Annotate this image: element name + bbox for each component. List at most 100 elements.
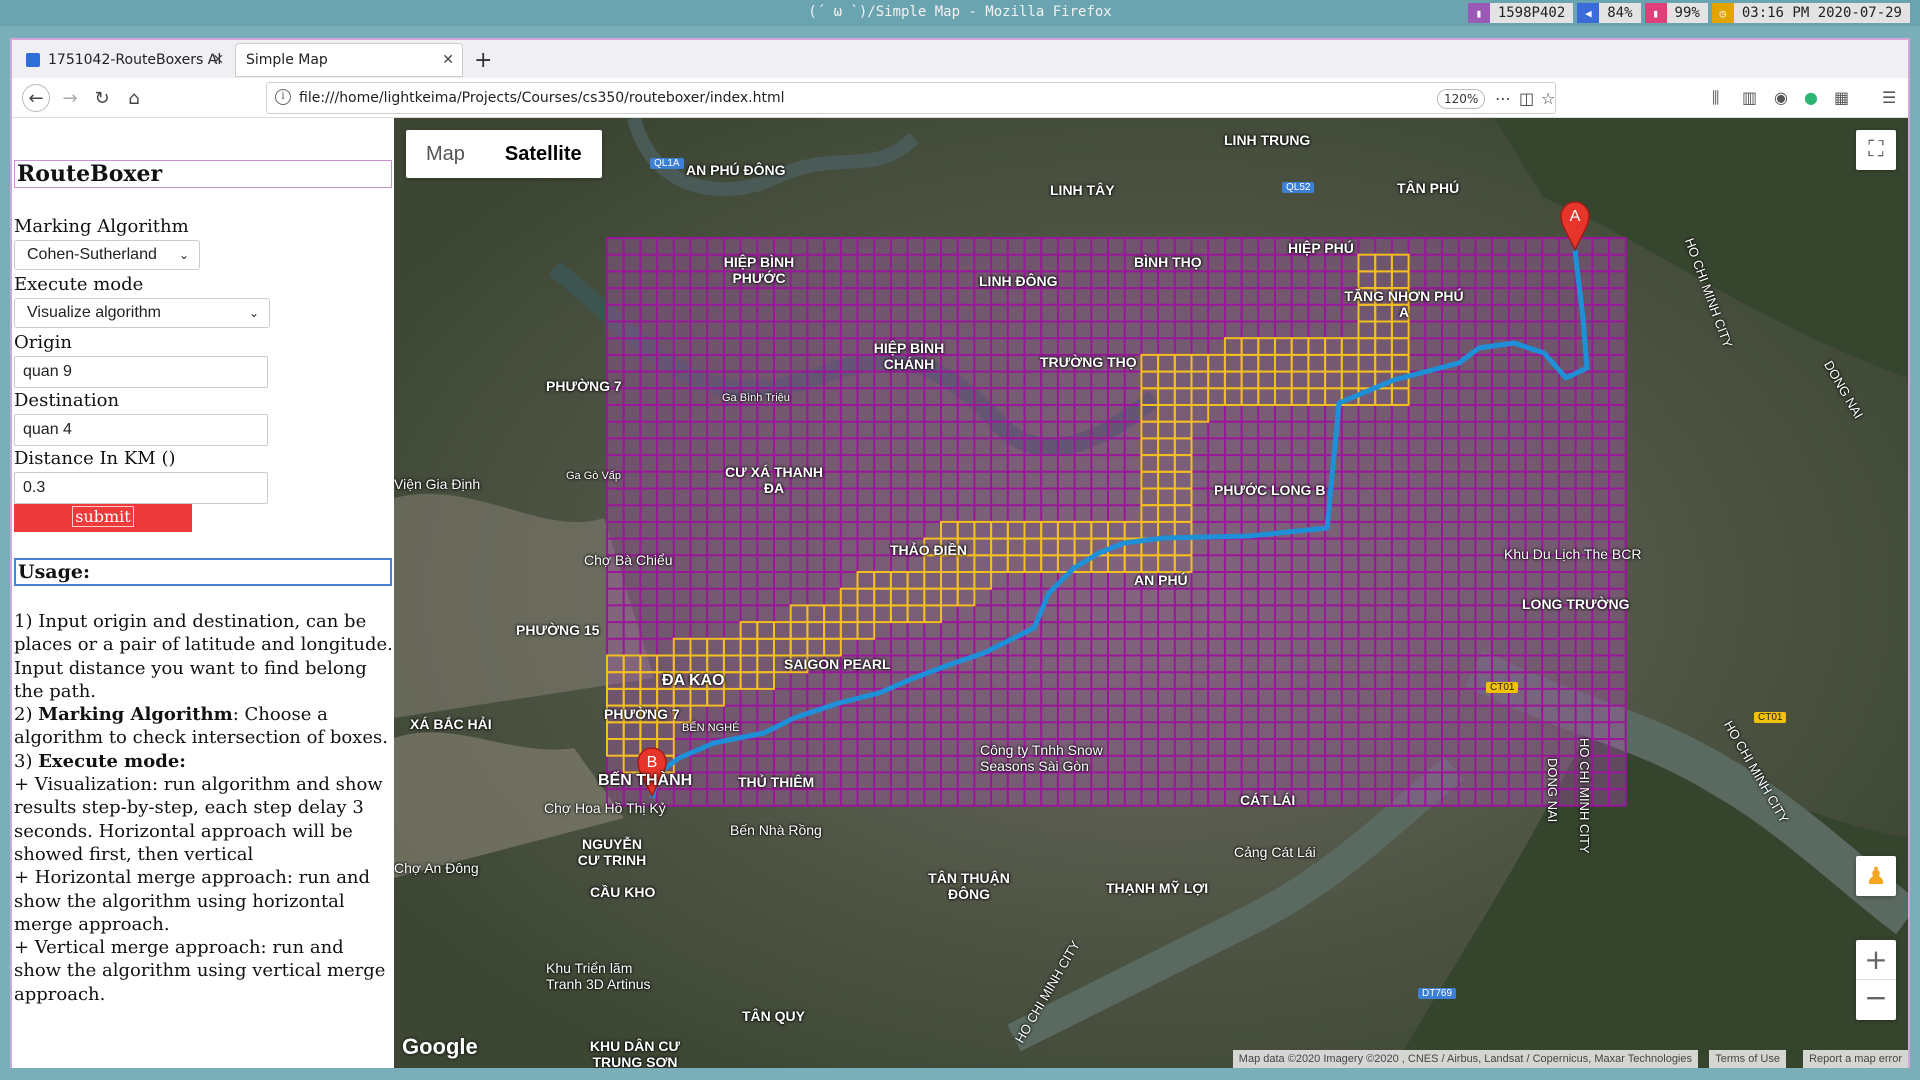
navigation-bar: ← → ↻ ⌂ i file:///home/lightkeima/Projec… (12, 78, 1908, 118)
fullscreen-icon[interactable]: ⛶ (1856, 130, 1896, 170)
marking-label: Marking Algorithm (14, 216, 189, 237)
map-label: TĂNG NHƠN PHÚ A (1344, 288, 1464, 320)
map-label: PHƯỜNG 7 (546, 378, 622, 394)
reload-icon[interactable]: ↻ (88, 84, 116, 112)
tab-bar: 1751042-RouteBoxers Al ✕ Simple Map ✕ + (12, 40, 1908, 78)
marking-algorithm-select[interactable]: Cohen-Sutherland ⌄ (14, 240, 200, 270)
map-label: Cảng Cát Lái (1234, 844, 1316, 860)
map-label: Chợ An Đông (394, 860, 479, 876)
back-icon[interactable]: ← (22, 84, 50, 112)
distance-input[interactable]: 0.3 (14, 472, 268, 504)
origin-input[interactable]: quan 9 (14, 356, 268, 388)
map-label: PHƯỚC LONG B (1214, 482, 1326, 498)
map-label: ĐA KAO (662, 672, 725, 689)
map-label: THẢO ĐIỀN (890, 542, 967, 558)
map-label: SAIGON PEARL (784, 656, 891, 672)
map-label: KHU DÂN CƯ TRUNG SƠN (589, 1038, 681, 1068)
map-type-control: Map Satellite (406, 130, 602, 178)
library-icon[interactable]: ⫼ (1712, 88, 1719, 108)
sidebar-icon[interactable]: ▥ (1742, 88, 1757, 107)
map-label: NGUYỄN CƯ TRINH (577, 836, 647, 868)
map-label: Công ty Tnhh Snow Seasons Sài Gòn (980, 742, 1103, 774)
map-label: Bến Nhà Rồng (730, 822, 822, 838)
map-label: AN PHÚ (1134, 572, 1188, 588)
marker-b-label: B (647, 754, 658, 771)
bookmark-star-icon[interactable]: ☆ (1541, 89, 1555, 108)
map-label: BẾN NGHÉ (682, 722, 740, 734)
map-label: LINH TÂY (1050, 182, 1115, 198)
tab-routeboxers[interactable]: 1751042-RouteBoxers Al ✕ (16, 44, 232, 76)
map-label: DONG NAI (1545, 758, 1560, 823)
zoom-out-icon[interactable]: − (1856, 980, 1896, 1020)
chevron-down-icon: ⌄ (178, 248, 189, 262)
signal-icon: ▮ (1467, 3, 1490, 23)
usage-vertical: + Vertical merge approach: run and show … (14, 937, 386, 1005)
map-label: BÌNH THỌ (1134, 254, 1202, 270)
usage-step-3: 3) Execute mode: (14, 750, 186, 772)
info-icon[interactable]: i (275, 89, 291, 105)
submit-button[interactable]: submit (14, 504, 192, 532)
road-shield: DT769 (1418, 988, 1457, 999)
tab-label: Simple Map (246, 52, 328, 68)
map-label: LINH ĐÔNG (979, 273, 1058, 289)
zoom-in-icon[interactable]: + (1856, 940, 1896, 980)
map-label: Ga Bình Triệu (722, 392, 790, 404)
map-label: Chợ Hoa Hồ Thị Kỷ (544, 800, 666, 816)
map-label: Chợ Bà Chiểu (584, 552, 673, 568)
map-label: THẠNH MỸ LỢI (1106, 880, 1209, 896)
submit-label: submit (72, 506, 134, 527)
url-bar[interactable]: i file:///home/lightkeima/Projects/Cours… (266, 82, 1556, 114)
map-label: XÁ BẮC HẢI (410, 716, 492, 732)
zoom-control: + − (1856, 940, 1896, 1020)
road-shield: QL1A (650, 158, 684, 169)
map-canvas[interactable]: A B AN PHÚ ĐÔNG LINH TRUNG LINH TÂY TÂN … (394, 118, 1908, 1068)
execute-mode-select[interactable]: Visualize algorithm ⌄ (14, 298, 270, 328)
close-icon[interactable]: ✕ (442, 52, 454, 68)
map-label: LINH TRUNG (1224, 132, 1311, 148)
panel-title: RouteBoxer (14, 160, 392, 188)
home-icon[interactable]: ⌂ (120, 84, 148, 112)
status-clock: ◷ 03:16 PM 2020-07-29 (1711, 3, 1910, 23)
map-label: TÂN THUẬN ĐÔNG (928, 870, 1010, 902)
pocket-icon[interactable]: ◫ (1519, 89, 1534, 108)
map-label: LONG TRƯỜNG (1522, 596, 1630, 612)
close-icon[interactable]: ✕ (212, 52, 224, 68)
pegman-icon[interactable]: ♟ (1856, 856, 1896, 896)
map-label: Ga Gò Vấp (566, 470, 622, 482)
road-shield: QL52 (1282, 182, 1315, 193)
more-actions-icon[interactable]: ⋯ (1495, 89, 1511, 108)
report-error-link[interactable]: Report a map error (1803, 1050, 1908, 1068)
map-label: HO CHI MINH CITY (1577, 738, 1592, 854)
chevron-down-icon: ⌄ (248, 306, 259, 320)
zoom-level[interactable]: 120% (1437, 89, 1486, 109)
new-tab-icon[interactable]: + (474, 48, 492, 73)
tab-label: 1751042-RouteBoxers Al (48, 52, 222, 68)
url-text[interactable]: file:///home/lightkeima/Projects/Courses… (299, 90, 785, 106)
distance-label: Distance In KM () (14, 448, 176, 469)
status-battery: ▮ 99% (1644, 3, 1708, 23)
map-label: TRƯỜNG THỌ (1040, 354, 1137, 370)
forward-icon[interactable]: → (56, 84, 84, 112)
account-icon[interactable]: ◉ (1774, 88, 1788, 107)
destination-label: Destination (14, 390, 120, 411)
extension-icon[interactable]: ▦ (1834, 88, 1849, 107)
map-type-satellite-button[interactable]: Satellite (485, 130, 602, 178)
map-type-map-button[interactable]: Map (406, 130, 485, 178)
browser-window: 1751042-RouteBoxers Al ✕ Simple Map ✕ + … (10, 38, 1910, 1068)
destination-input[interactable]: quan 4 (14, 414, 268, 446)
road-shield: CT01 (1754, 712, 1787, 723)
marking-value: Cohen-Sutherland (27, 246, 157, 263)
map-label: BẾN THÀNH (598, 772, 693, 789)
menu-icon[interactable]: ☰ (1882, 88, 1896, 107)
usage-text: 1) Input origin and destination, can be … (14, 610, 394, 1006)
terms-link[interactable]: Terms of Use (1709, 1050, 1786, 1068)
usage-heading: Usage: (14, 558, 392, 586)
usage-step-1: 1) Input origin and destination, can be … (14, 611, 393, 702)
marker-a-label: A (1570, 208, 1581, 225)
map-label: TÂN PHÚ (1397, 180, 1460, 196)
usage-step-2: 2) Marking Algorithm: Choose a algorithm… (14, 704, 388, 749)
grammarly-icon[interactable]: ● (1804, 88, 1818, 107)
usage-visualization: + Visualization: run algorithm and show … (14, 774, 383, 865)
execute-label: Execute mode (14, 274, 144, 295)
tab-simple-map[interactable]: Simple Map ✕ (236, 44, 462, 76)
